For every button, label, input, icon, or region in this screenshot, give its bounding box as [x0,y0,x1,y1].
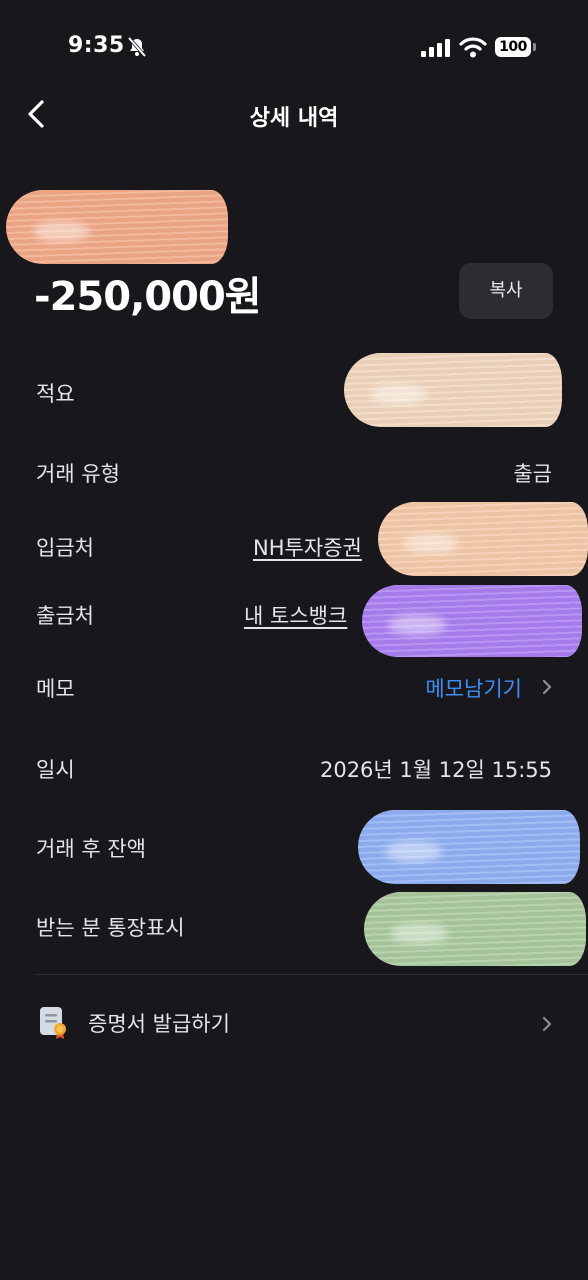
balance-after-label: 거래 후 잔액 [36,837,146,861]
page-title: 상세 내역 [249,106,339,131]
transaction-type-value: 출금 [513,462,552,486]
datetime-label: 일시 [36,758,75,782]
status-bar: 9:35 100 [0,0,588,96]
issue-certificate-label: 증명서 발급하기 [88,1012,230,1036]
document-certificate-icon [40,1007,66,1039]
battery-icon: 100 [495,37,531,57]
summary-label: 적요 [36,382,75,406]
issue-certificate-row[interactable]: 증명서 발급하기 [0,992,588,1054]
section-divider [36,974,588,975]
cellular-signal-icon [421,39,450,57]
deposit-to-label: 입금처 [36,536,94,560]
memo-label: 메모 [36,677,75,701]
transaction-type-label: 거래 유형 [36,462,120,486]
recipient-display-label: 받는 분 통장표시 [36,916,185,940]
redaction-deposit-account [378,502,588,576]
status-time: 9:35 [68,33,125,58]
redaction-withdraw-account [362,585,582,657]
chevron-right-icon[interactable] [540,677,554,697]
deposit-to-link[interactable]: NH투자증권 [253,532,362,562]
chevron-right-icon [542,1016,552,1032]
withdraw-from-label: 출금처 [36,604,94,628]
redaction-summary-value [344,353,562,427]
transaction-detail-screen: 9:35 100 상세 내역 -250,000원 복사 적요 거래 유형 출금 … [0,0,588,1280]
redaction-recipient-display [364,892,586,966]
transaction-amount: -250,000원 [34,274,262,320]
redaction-merchant-name [6,190,228,264]
copy-button[interactable]: 복사 [459,263,553,319]
battery-tip [533,43,536,51]
withdraw-from-link[interactable]: 내 토스뱅크 [244,600,347,630]
bell-slash-icon [127,36,147,58]
datetime-value: 2026년 1월 12일 15:55 [319,758,552,782]
redaction-balance-value [358,810,580,884]
wifi-icon [459,37,487,58]
memo-add-link[interactable]: 메모남기기 [425,673,522,703]
